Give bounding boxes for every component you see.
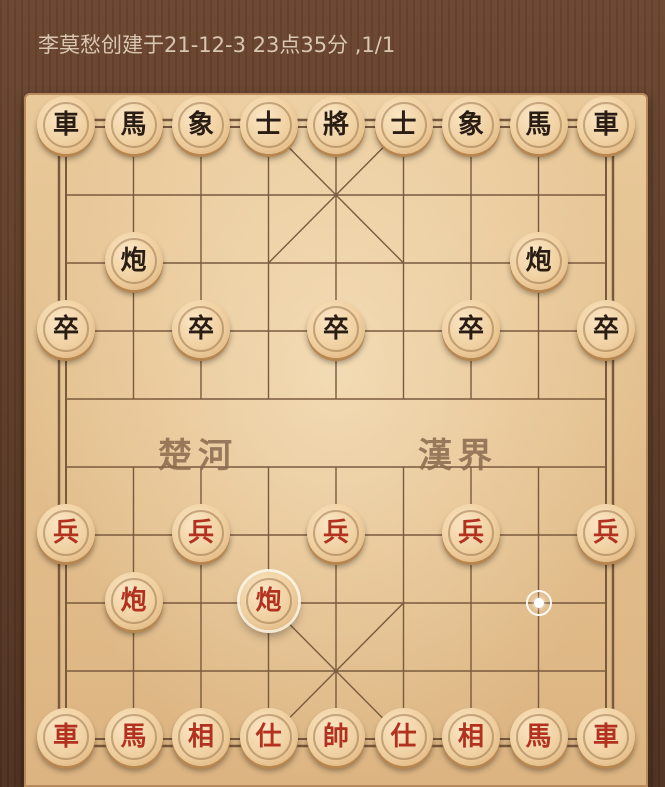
piece-label: 炮 — [255, 586, 282, 616]
red-piece[interactable]: 馬 — [104, 708, 163, 766]
red-piece[interactable]: 相 — [442, 708, 500, 766]
black-piece[interactable]: 馬 — [509, 96, 568, 154]
red-piece[interactable]: 車 — [37, 708, 95, 766]
black-piece[interactable]: 馬 — [104, 96, 163, 154]
red-piece[interactable]: 相 — [172, 708, 230, 766]
black-piece[interactable]: 象 — [442, 96, 500, 154]
piece-label: 象 — [187, 110, 214, 140]
piece-label: 仕 — [390, 722, 417, 752]
piece-label: 炮 — [120, 246, 147, 276]
piece-label: 象 — [457, 110, 484, 140]
piece-label: 兵 — [457, 518, 484, 548]
red-piece[interactable]: 兵 — [442, 504, 500, 562]
move-target-dot — [533, 598, 544, 608]
red-piece[interactable]: 仕 — [239, 708, 298, 766]
river-label-chu-he: 楚河 — [158, 436, 238, 476]
piece-label: 士 — [255, 110, 282, 140]
red-piece[interactable]: 仕 — [374, 708, 433, 766]
piece-label: 相 — [457, 722, 484, 752]
red-piece[interactable]: 兵 — [37, 504, 95, 562]
black-piece[interactable]: 車 — [37, 96, 95, 154]
piece-label: 將 — [322, 110, 349, 140]
red-piece[interactable]: 馬 — [509, 708, 568, 766]
piece-label: 帥 — [322, 722, 349, 752]
piece-label: 車 — [592, 722, 619, 752]
red-piece[interactable]: 炮 — [104, 572, 163, 630]
piece-label: 相 — [187, 722, 214, 752]
piece-label: 車 — [592, 110, 619, 140]
black-piece[interactable]: 炮 — [509, 232, 568, 290]
piece-label: 炮 — [525, 246, 552, 276]
piece-label: 車 — [52, 110, 79, 140]
red-piece[interactable]: 兵 — [577, 504, 635, 562]
piece-label: 兵 — [592, 518, 619, 548]
black-piece[interactable]: 車 — [577, 96, 635, 154]
piece-label: 卒 — [52, 314, 79, 344]
piece-label: 馬 — [120, 110, 147, 140]
red-piece[interactable]: 兵 — [172, 504, 230, 562]
piece-label: 兵 — [322, 518, 349, 548]
piece-label: 馬 — [525, 722, 552, 752]
move-target-marker[interactable] — [525, 590, 552, 616]
black-piece[interactable]: 卒 — [37, 300, 95, 358]
piece-label: 炮 — [120, 586, 147, 616]
red-piece[interactable]: 車 — [577, 708, 635, 766]
piece-label: 車 — [52, 722, 79, 752]
red-piece[interactable]: 炮 — [239, 572, 298, 630]
piece-label: 馬 — [120, 722, 147, 752]
piece-label: 兵 — [187, 518, 214, 548]
piece-label: 卒 — [187, 314, 214, 344]
black-piece[interactable]: 卒 — [307, 300, 365, 358]
black-piece[interactable]: 士 — [374, 96, 433, 154]
black-piece[interactable]: 卒 — [442, 300, 500, 358]
piece-label: 馬 — [525, 110, 552, 140]
board-grid — [57, 118, 615, 748]
game-title: 李莫愁创建于21-12-3 23点35分 ,1/1 — [38, 33, 396, 57]
red-piece[interactable]: 帥 — [307, 708, 365, 766]
xiangqi-board[interactable]: 楚河 漢界 車馬象士將士象馬車炮炮卒卒卒卒卒兵兵兵兵兵炮炮車馬相仕帥仕相馬車 — [24, 93, 648, 787]
piece-label: 卒 — [322, 314, 349, 344]
river-label-han-jie: 漢界 — [418, 436, 498, 476]
black-piece[interactable]: 士 — [239, 96, 298, 154]
piece-label: 仕 — [255, 722, 282, 752]
black-piece[interactable]: 炮 — [104, 232, 163, 290]
piece-label: 卒 — [592, 314, 619, 344]
black-piece[interactable]: 卒 — [577, 300, 635, 358]
black-piece[interactable]: 卒 — [172, 300, 230, 358]
piece-label: 卒 — [457, 314, 484, 344]
black-piece[interactable]: 將 — [307, 96, 365, 154]
red-piece[interactable]: 兵 — [307, 504, 365, 562]
piece-label: 兵 — [52, 518, 79, 548]
piece-label: 士 — [390, 110, 417, 140]
black-piece[interactable]: 象 — [172, 96, 230, 154]
